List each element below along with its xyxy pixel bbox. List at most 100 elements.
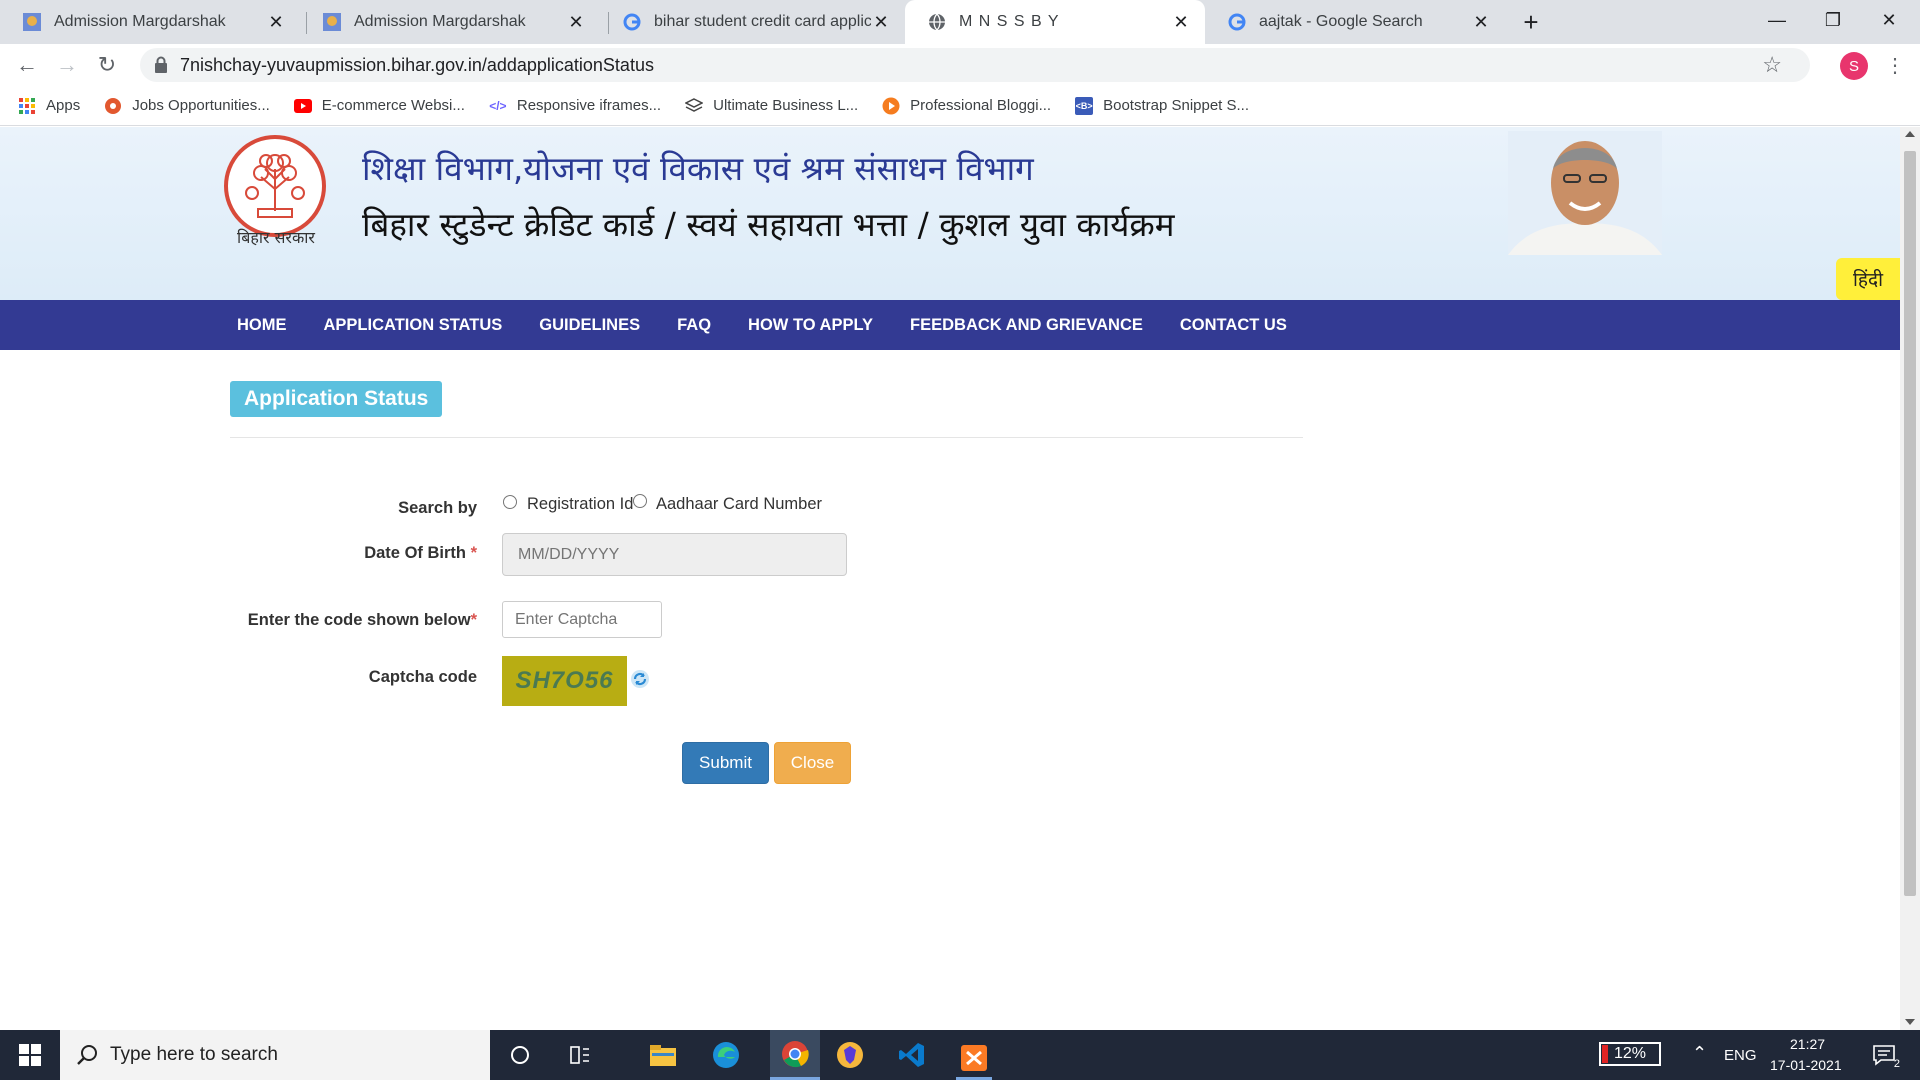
cortana-icon[interactable] — [502, 1038, 538, 1072]
bookmark-label: Bootstrap Snippet S... — [1103, 97, 1250, 114]
bookmark-label: Ultimate Business L... — [713, 97, 859, 114]
nav-home[interactable]: HOME — [237, 316, 287, 335]
registration-id-radio[interactable] — [503, 495, 517, 509]
layers-icon — [685, 97, 704, 115]
site-header-banner: बिहार सरकार शिक्षा विभाग,योजना एवं विकास… — [0, 127, 1900, 300]
scroll-down-arrow-icon[interactable] — [1905, 1019, 1915, 1025]
file-explorer-icon[interactable] — [645, 1038, 681, 1072]
taskbar-search-placeholder: Type here to search — [110, 1044, 278, 1065]
bookmark-ecommerce[interactable]: E-commerce Websi... — [293, 97, 465, 115]
page-scrollbar[interactable] — [1900, 127, 1920, 1030]
battery-percent: 12% — [1614, 1045, 1647, 1062]
battery-indicator[interactable]: 12% — [1599, 1042, 1661, 1066]
language-toggle-button[interactable]: हिंदी — [1836, 258, 1900, 300]
restore-window-icon[interactable]: ❐ — [1810, 0, 1856, 40]
nav-guidelines[interactable]: GUIDELINES — [539, 316, 640, 335]
bookmark-jobs[interactable]: Jobs Opportunities... — [104, 97, 270, 115]
clock-time[interactable]: 21:27 — [1790, 1036, 1825, 1052]
nav-contact-us[interactable]: CONTACT US — [1180, 316, 1287, 335]
divider — [230, 437, 1303, 438]
show-hidden-icons-chevron-icon[interactable]: ⌃ — [1692, 1043, 1707, 1064]
bootstrap-icon: <B> — [1075, 96, 1094, 115]
bookmark-bootstrap[interactable]: <B> Bootstrap Snippet S... — [1075, 96, 1250, 115]
site-favicon-icon — [322, 12, 342, 32]
submit-button[interactable]: Submit — [682, 742, 769, 784]
date-of-birth-input[interactable] — [502, 533, 847, 576]
forward-arrow-icon[interactable]: → — [52, 50, 82, 80]
tab-title: M N S S B Y — [959, 13, 1060, 30]
aadhaar-number-label[interactable]: Aadhaar Card Number — [656, 495, 822, 514]
bookmark-blogging[interactable]: Professional Bloggi... — [882, 97, 1051, 115]
chrome-taskbar-icon[interactable] — [770, 1030, 820, 1080]
close-tab-icon[interactable]: ✕ — [871, 12, 891, 33]
close-window-icon[interactable]: ✕ — [1866, 0, 1912, 40]
minimize-icon[interactable]: — — [1754, 0, 1800, 40]
bookmark-iframes[interactable]: </> Responsive iframes... — [489, 97, 661, 115]
required-asterisk: * — [470, 611, 477, 629]
windows-start-icon[interactable] — [12, 1038, 48, 1072]
bookmark-label: Apps — [46, 97, 81, 114]
jobs-icon — [104, 97, 122, 115]
xampp-icon[interactable] — [956, 1038, 992, 1080]
browser-tab[interactable]: Admission Margdarshak ✕ — [0, 0, 300, 44]
bookmark-apps[interactable]: Apps — [18, 97, 80, 115]
bookmark-star-icon[interactable]: ☆ — [1762, 52, 1782, 78]
back-arrow-icon[interactable]: ← — [12, 50, 42, 80]
close-button[interactable]: Close — [774, 742, 851, 784]
brave-browser-icon[interactable] — [832, 1038, 868, 1072]
captcha-image: SH7O56 — [502, 656, 627, 706]
scroll-up-arrow-icon[interactable] — [1905, 131, 1915, 137]
vscode-icon[interactable] — [894, 1038, 930, 1072]
nav-how-to-apply[interactable]: HOW TO APPLY — [748, 316, 873, 335]
input-language[interactable]: ENG — [1724, 1047, 1757, 1064]
bookmark-business[interactable]: Ultimate Business L... — [685, 97, 858, 115]
bookmark-label: Professional Bloggi... — [910, 97, 1052, 114]
task-view-icon[interactable] — [562, 1038, 598, 1072]
reload-icon[interactable]: ↻ — [92, 50, 122, 80]
scrollbar-thumb[interactable] — [1904, 151, 1916, 896]
google-g-icon — [1227, 12, 1247, 32]
tab-title: Admission Margdarshak — [54, 13, 226, 30]
nav-faq[interactable]: FAQ — [677, 316, 711, 335]
registration-id-label[interactable]: Registration Id — [527, 495, 633, 514]
site-favicon-icon — [22, 12, 42, 32]
captcha-input[interactable] — [502, 601, 662, 638]
edge-browser-icon[interactable] — [708, 1038, 744, 1072]
refresh-captcha-icon[interactable] — [630, 669, 650, 689]
scheme-title: बिहार स्टुडेन्ट क्रेडिट कार्ड / स्वयं सह… — [362, 205, 1175, 244]
search-icon — [76, 1044, 98, 1072]
globe-icon — [927, 12, 947, 32]
captcha-code-label: Captcha code — [368, 668, 477, 686]
browser-tab-active[interactable]: M N S S B Y ✕ — [905, 0, 1205, 44]
nav-feedback-grievance[interactable]: FEEDBACK AND GRIEVANCE — [910, 316, 1143, 335]
bookmark-label: Responsive iframes... — [516, 97, 662, 114]
code-icon: </> — [489, 98, 507, 113]
aadhaar-number-radio[interactable] — [633, 494, 647, 508]
close-tab-icon[interactable]: ✕ — [1171, 12, 1191, 33]
url-text: 7nishchay-yuvaupmission.bihar.gov.in/add… — [180, 54, 654, 75]
close-tab-icon[interactable]: ✕ — [1471, 12, 1491, 33]
profile-avatar[interactable]: S — [1840, 52, 1868, 80]
required-asterisk: * — [470, 544, 477, 562]
taskbar-search-box[interactable]: Type here to search — [60, 1030, 490, 1080]
search-by-label: Search by — [398, 499, 477, 517]
captcha-input-label-text: Enter the code shown below — [247, 611, 471, 629]
main-navigation: HOME APPLICATION STATUS GUIDELINES FAQ H… — [0, 300, 1900, 350]
close-tab-icon[interactable]: ✕ — [266, 12, 286, 33]
lock-icon — [154, 56, 168, 79]
browser-tab[interactable]: aajtak - Google Search ✕ — [1205, 0, 1505, 44]
tab-title: bihar student credit card applicat — [654, 13, 871, 30]
nav-application-status[interactable]: APPLICATION STATUS — [324, 316, 503, 335]
clock-date[interactable]: 17-01-2021 — [1770, 1057, 1842, 1073]
close-tab-icon[interactable]: ✕ — [566, 12, 586, 33]
browser-tab[interactable]: bihar student credit card applicat ✕ — [600, 0, 905, 44]
address-bar[interactable]: 7nishchay-yuvaupmission.bihar.gov.in/add… — [140, 48, 1810, 82]
google-g-icon — [622, 12, 642, 32]
notification-center-icon[interactable]: 2 — [1866, 1038, 1902, 1072]
bookmarks-bar: Apps Jobs Opportunities... E-commerce We… — [0, 86, 1920, 126]
new-tab-plus-icon[interactable]: + — [1516, 7, 1546, 37]
browser-tab[interactable]: Admission Margdarshak ✕ — [300, 0, 600, 44]
department-title: शिक्षा विभाग,योजना एवं विकास एवं श्रम सं… — [362, 149, 1034, 188]
chrome-menu-icon[interactable]: ⋮ — [1880, 50, 1910, 80]
browser-toolbar: ← → ↻ 7nishchay-yuvaupmission.bihar.gov.… — [0, 44, 1920, 86]
